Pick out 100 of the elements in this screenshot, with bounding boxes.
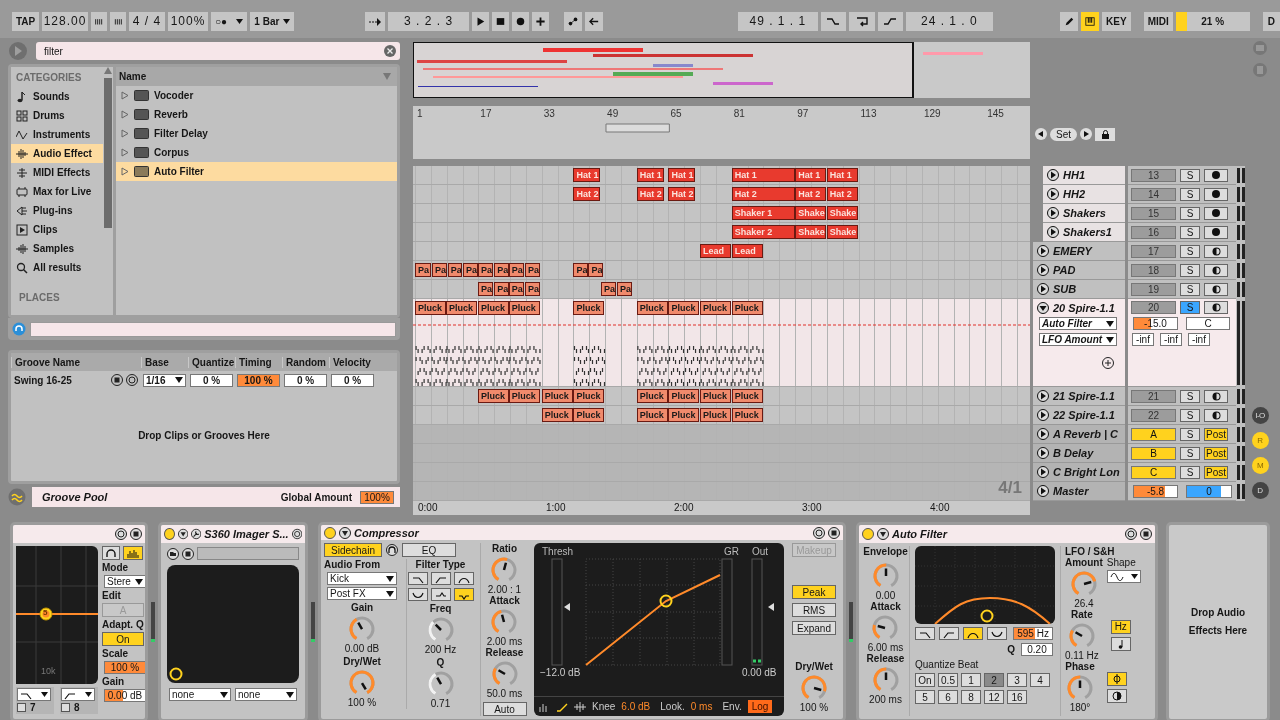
beat-button[interactable]: 4 xyxy=(1030,673,1050,687)
clip[interactable]: Pluck xyxy=(700,389,731,403)
clip[interactable]: Pluck xyxy=(508,301,540,315)
band-handle[interactable] xyxy=(39,607,53,621)
value-field[interactable]: 100 % xyxy=(104,661,145,674)
nudge-down-button[interactable] xyxy=(91,11,107,31)
clear-icon[interactable] xyxy=(384,45,396,57)
wrench-icon[interactable] xyxy=(190,528,202,540)
clip[interactable]: Pa xyxy=(477,282,493,296)
fold-icon[interactable] xyxy=(339,526,351,539)
beat-button[interactable]: 12 xyxy=(984,690,1004,704)
nudge-up-button[interactable] xyxy=(110,11,126,31)
solo-button[interactable]: S xyxy=(1180,244,1200,258)
expand-icon[interactable] xyxy=(1037,466,1049,478)
send-field[interactable]: -inf xyxy=(1132,333,1154,346)
track-activator[interactable]: 15 xyxy=(1131,206,1176,220)
position-field[interactable]: 3 . 2 . 3 xyxy=(388,11,469,31)
beat-button[interactable]: 0.5 xyxy=(938,673,958,687)
waveform-view-icon[interactable] xyxy=(574,701,586,712)
checkbox[interactable] xyxy=(61,703,70,712)
device-dropdown[interactable]: Auto Filter xyxy=(1039,317,1117,330)
send-field[interactable]: -inf xyxy=(1188,333,1210,346)
clip[interactable]: Pluck xyxy=(636,408,668,422)
device-activator[interactable] xyxy=(324,526,336,539)
tap-button[interactable]: TAP xyxy=(12,11,39,31)
solo-button[interactable]: S xyxy=(1180,408,1200,422)
beat-button[interactable]: 5 xyxy=(915,690,935,704)
clip[interactable]: Pluck xyxy=(668,301,700,315)
solo-button[interactable]: S xyxy=(1180,446,1200,460)
mode-button[interactable]: Peak xyxy=(792,585,836,599)
clip[interactable]: Pa xyxy=(588,263,604,277)
track-activator[interactable]: 19 xyxy=(1131,282,1176,296)
expand-icon[interactable] xyxy=(1037,485,1049,497)
category-item[interactable]: MIDI Effects xyxy=(11,163,103,182)
clip[interactable]: Pluck xyxy=(477,389,509,403)
clip[interactable]: Pluck xyxy=(668,408,700,422)
track-activator[interactable]: 21 xyxy=(1131,389,1176,403)
category-item[interactable]: Drums xyxy=(11,106,103,125)
send-mode-button[interactable]: Post xyxy=(1204,446,1228,460)
expand-icon[interactable] xyxy=(1037,428,1049,440)
save-icon[interactable] xyxy=(111,374,123,386)
zoom-field[interactable]: 100% xyxy=(168,11,208,31)
value-field[interactable]: 0 % xyxy=(190,373,233,387)
preset-field[interactable] xyxy=(197,547,299,560)
clip[interactable]: Pluck xyxy=(700,408,731,422)
track-name[interactable]: SUB xyxy=(1053,283,1077,295)
auto-release-button[interactable]: Auto xyxy=(482,702,527,716)
routing-dropdown[interactable]: none xyxy=(235,688,297,701)
spin-button[interactable] xyxy=(1107,688,1127,703)
overdub-button[interactable] xyxy=(531,11,549,31)
clip[interactable]: Lead xyxy=(700,244,731,258)
hz-button[interactable]: Hz xyxy=(1110,619,1131,634)
filter-type-dropdown[interactable] xyxy=(61,688,95,701)
expand-icon[interactable] xyxy=(1037,390,1049,402)
midi-map-button[interactable]: MIDI xyxy=(1143,11,1173,31)
open-icon[interactable] xyxy=(167,547,179,560)
track-activator[interactable]: C xyxy=(1131,465,1176,479)
output-marker[interactable] xyxy=(768,603,774,611)
clip[interactable]: Pa xyxy=(525,282,540,296)
browser-item[interactable]: Vocoder xyxy=(116,86,397,105)
value-field[interactable]: 0 % xyxy=(284,373,327,387)
clip[interactable]: Pluck xyxy=(636,389,668,403)
solo-button[interactable]: S xyxy=(1180,187,1200,201)
envelope-mode-button[interactable]: Log xyxy=(747,700,773,713)
mode-dropdown[interactable]: Stere xyxy=(104,575,145,588)
beat-button[interactable]: 6 xyxy=(938,690,958,704)
filter-type-button[interactable] xyxy=(963,627,984,640)
clip[interactable]: Pa xyxy=(415,263,431,277)
knob[interactable] xyxy=(489,659,520,687)
clip[interactable]: Pa xyxy=(462,263,478,277)
clip[interactable]: Hat 1 xyxy=(573,168,600,182)
track-name[interactable]: 20 Spire-1.1 xyxy=(1053,302,1115,314)
value-field[interactable]: 0 % xyxy=(331,373,374,387)
value-field[interactable]: 100 % xyxy=(237,373,280,387)
monitor-button[interactable] xyxy=(1204,389,1228,403)
filter-type-button[interactable] xyxy=(453,588,474,601)
lookahead-dropdown[interactable]: 0 ms xyxy=(690,701,713,712)
q-field[interactable]: 0.20 xyxy=(1021,643,1053,656)
clip[interactable]: Pluck xyxy=(700,301,731,315)
category-item[interactable]: Instruments xyxy=(11,125,103,144)
browser-item[interactable]: Filter Delay xyxy=(116,124,397,143)
view-toggle[interactable]: R xyxy=(1251,432,1269,449)
monitor-button[interactable] xyxy=(1204,282,1228,296)
quantize-toggle[interactable]: On xyxy=(915,673,935,687)
eq-button[interactable]: EQ xyxy=(402,543,456,557)
browser-item[interactable]: Auto Filter xyxy=(116,162,397,181)
key-map-button[interactable]: KEY xyxy=(1102,11,1131,31)
pad-handle[interactable] xyxy=(169,667,183,681)
expand-icon[interactable] xyxy=(1047,207,1059,219)
track-activator[interactable]: 16 xyxy=(1131,225,1176,239)
overview-toggle-icon[interactable] xyxy=(1253,41,1267,55)
category-item[interactable]: Max for Live xyxy=(11,182,103,201)
compressor-display[interactable]: Thresh GR Out −12.0 dB 0.00 dB Knee 6.0 dB Look. 0 ms Env. Log xyxy=(534,543,784,716)
scrollbar-thumb[interactable] xyxy=(104,78,112,228)
expand-icon[interactable] xyxy=(1047,188,1059,200)
clip[interactable]: Pluck xyxy=(668,389,700,403)
track-name[interactable]: HH2 xyxy=(1063,188,1085,200)
track-activator[interactable]: 22 xyxy=(1131,408,1176,422)
clip[interactable]: Hat 2 xyxy=(668,187,695,201)
monitor-button[interactable] xyxy=(1204,408,1228,422)
